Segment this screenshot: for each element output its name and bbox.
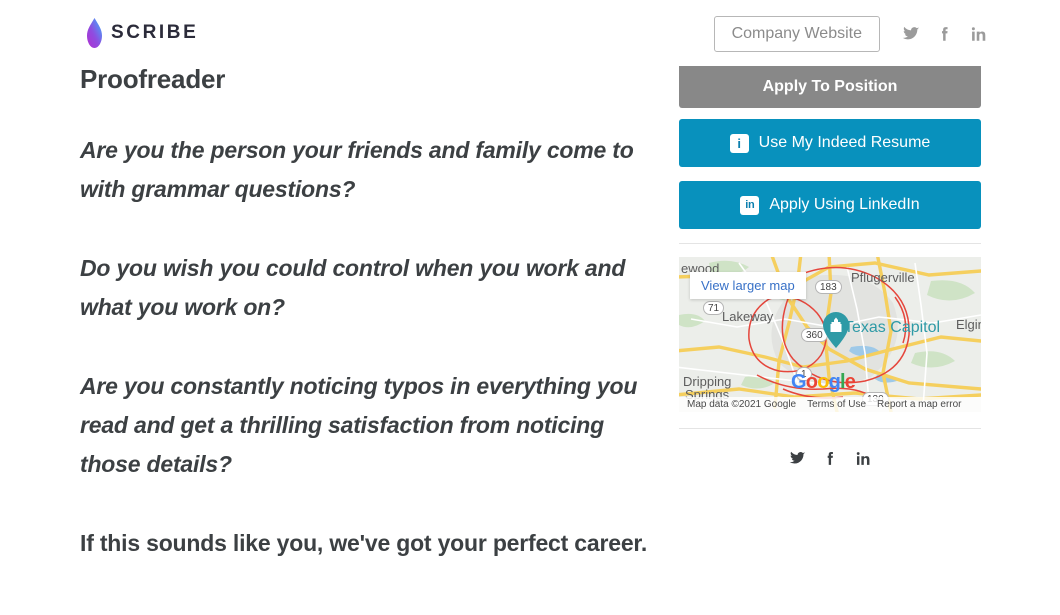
report-map-error-link[interactable]: Report a map error [877, 399, 961, 410]
scribe-flame-logo-icon [87, 18, 102, 48]
view-larger-map-link[interactable]: View larger map [690, 272, 806, 299]
job-posting-page: SCRIBE Company Website Proofreader Are y… [0, 0, 1060, 615]
terms-of-use-link[interactable]: Terms of Use [807, 399, 866, 410]
facebook-icon[interactable] [936, 25, 954, 43]
job-paragraph-1: Are you the person your friends and fami… [80, 137, 634, 202]
brand-name: SCRIBE [111, 22, 199, 43]
map-town-label: Elgin [956, 317, 981, 332]
location-map[interactable]: ewood Pflugerville Lakeway Elgin Drippin… [679, 257, 981, 412]
linkedin-icon: in [740, 195, 760, 215]
header-social-links [902, 25, 988, 43]
map-highway-shield: 71 [703, 301, 725, 315]
footer-social-links [679, 450, 981, 467]
job-paragraph-3: Are you constantly noticing typos in eve… [80, 373, 638, 477]
map-data-credit: Map data ©2021 Google [687, 399, 797, 410]
divider-above-map [679, 243, 981, 244]
indeed-icon: i [729, 133, 749, 153]
apply-using-linkedin-button[interactable]: in Apply Using LinkedIn [679, 181, 981, 229]
map-town-label: Pflugerville [851, 270, 915, 285]
page-header: SCRIBE Company Website [0, 0, 1060, 62]
header-right-group: Company Website [713, 16, 988, 52]
twitter-icon[interactable] [789, 450, 806, 467]
job-paragraph-4: If this sounds like you, we've got your … [80, 530, 648, 556]
apply-to-position-button[interactable]: Apply To Position [679, 66, 981, 108]
map-place-label: Texas Capitol [844, 319, 941, 336]
use-indeed-resume-label: Use My Indeed Resume [758, 134, 931, 151]
map-attribution: Map data ©2021 Google Terms of Use Repor… [679, 397, 981, 412]
linkedin-icon[interactable] [970, 25, 988, 43]
facebook-icon[interactable] [822, 450, 839, 467]
map-highway-shield: 183 [815, 280, 842, 294]
divider-below-map [679, 428, 981, 429]
linkedin-icon[interactable] [855, 450, 872, 467]
brand-logo[interactable]: SCRIBE [87, 18, 198, 48]
apply-using-linkedin-label: Apply Using LinkedIn [769, 196, 920, 213]
job-description-column: Proofreader Are you the person your frie… [80, 64, 655, 603]
google-logo: Google [791, 371, 856, 393]
page-title: Proofreader [80, 64, 226, 94]
job-paragraph-2: Do you wish you could control when you w… [80, 255, 626, 320]
company-website-button[interactable]: Company Website [713, 16, 880, 52]
twitter-icon[interactable] [902, 25, 920, 43]
map-town-label: Lakeway [722, 309, 774, 324]
use-indeed-resume-button[interactable]: i Use My Indeed Resume [679, 119, 981, 167]
